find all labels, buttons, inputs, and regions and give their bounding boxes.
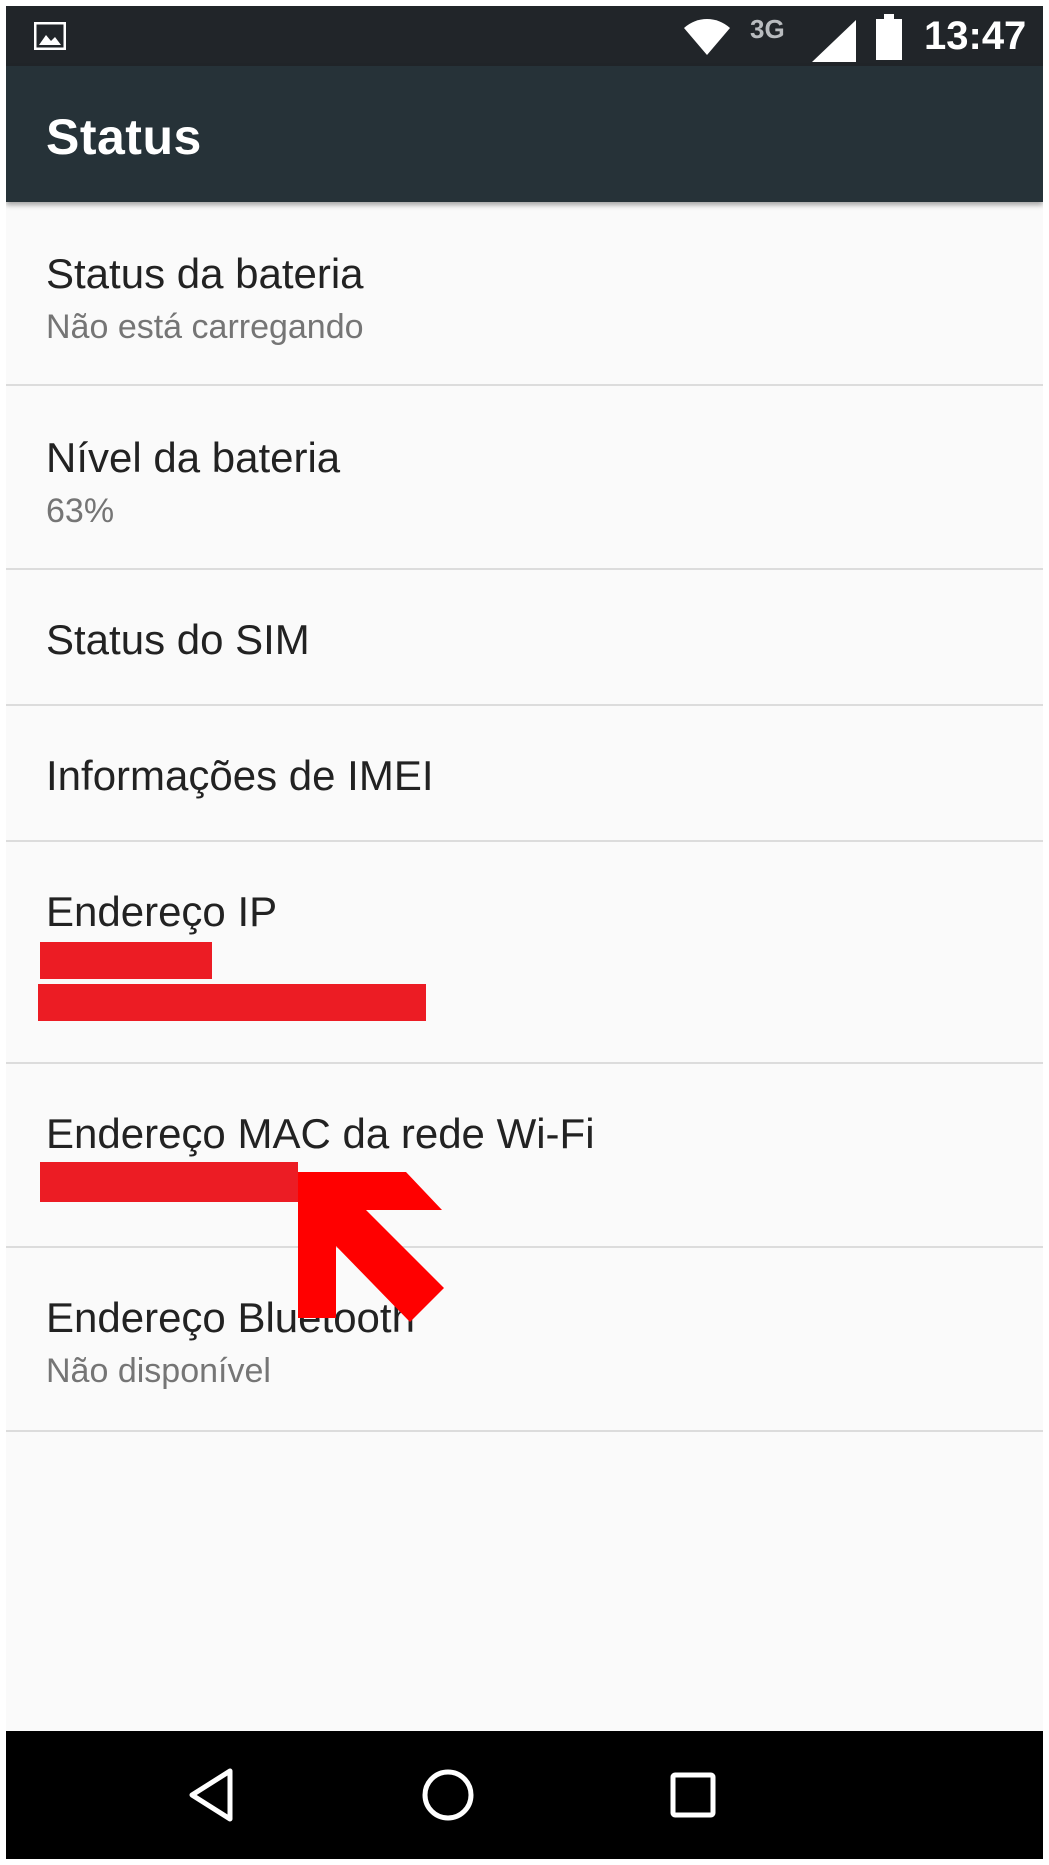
list-item-wifi-mac-address[interactable]: Endereço MAC da rede Wi-Fi xyxy=(6,1064,1043,1248)
wifi-icon xyxy=(684,19,730,55)
redaction-bar xyxy=(38,984,426,1021)
list-item-ip-address[interactable]: Endereço IP xyxy=(6,842,1043,1064)
back-icon[interactable] xyxy=(182,1763,246,1827)
list-item-sim-status[interactable]: Status do SIM xyxy=(6,570,1043,706)
list-item-title: Endereço IP xyxy=(46,888,278,935)
list-item-bluetooth-address[interactable]: Endereço Bluetooth Não disponível xyxy=(6,1248,1043,1432)
list-item-title: Endereço Bluetooth xyxy=(46,1294,415,1341)
list-item-subtitle: Não está carregando xyxy=(46,308,364,346)
redaction-bar xyxy=(40,942,212,979)
list-item-battery-status[interactable]: Status da bateria Não está carregando xyxy=(6,202,1043,386)
list-item-imei-info[interactable]: Informações de IMEI xyxy=(6,706,1043,842)
list-item-subtitle: Não disponível xyxy=(46,1352,271,1390)
status-bar: 3G 13:47 xyxy=(6,6,1043,66)
page-title: Status xyxy=(46,109,202,165)
image-notification-icon xyxy=(34,22,66,50)
recents-icon[interactable] xyxy=(661,1763,725,1827)
navigation-bar xyxy=(6,1731,1043,1859)
clock: 13:47 xyxy=(924,14,1027,58)
list-item-battery-level[interactable]: Nível da bateria 63% xyxy=(6,386,1043,570)
list-item-title: Informações de IMEI xyxy=(46,752,434,799)
list-item-title: Endereço MAC da rede Wi-Fi xyxy=(46,1110,595,1157)
list-item-title: Nível da bateria xyxy=(46,434,341,481)
list-item-title: Status do SIM xyxy=(46,616,310,663)
home-icon[interactable] xyxy=(416,1763,480,1827)
app-bar: Status xyxy=(6,66,1043,202)
battery-icon xyxy=(876,14,902,60)
status-list: Status da bateria Não está carregando Ní… xyxy=(6,202,1043,1432)
phone-screen: 3G 13:47 Status Status da bateria Não es… xyxy=(6,6,1043,1859)
list-item-subtitle: 63% xyxy=(46,492,115,530)
redaction-bar xyxy=(40,1162,298,1202)
cell-signal-icon xyxy=(812,20,856,62)
list-item-title: Status da bateria xyxy=(46,250,364,297)
network-type-label: 3G xyxy=(750,14,785,44)
